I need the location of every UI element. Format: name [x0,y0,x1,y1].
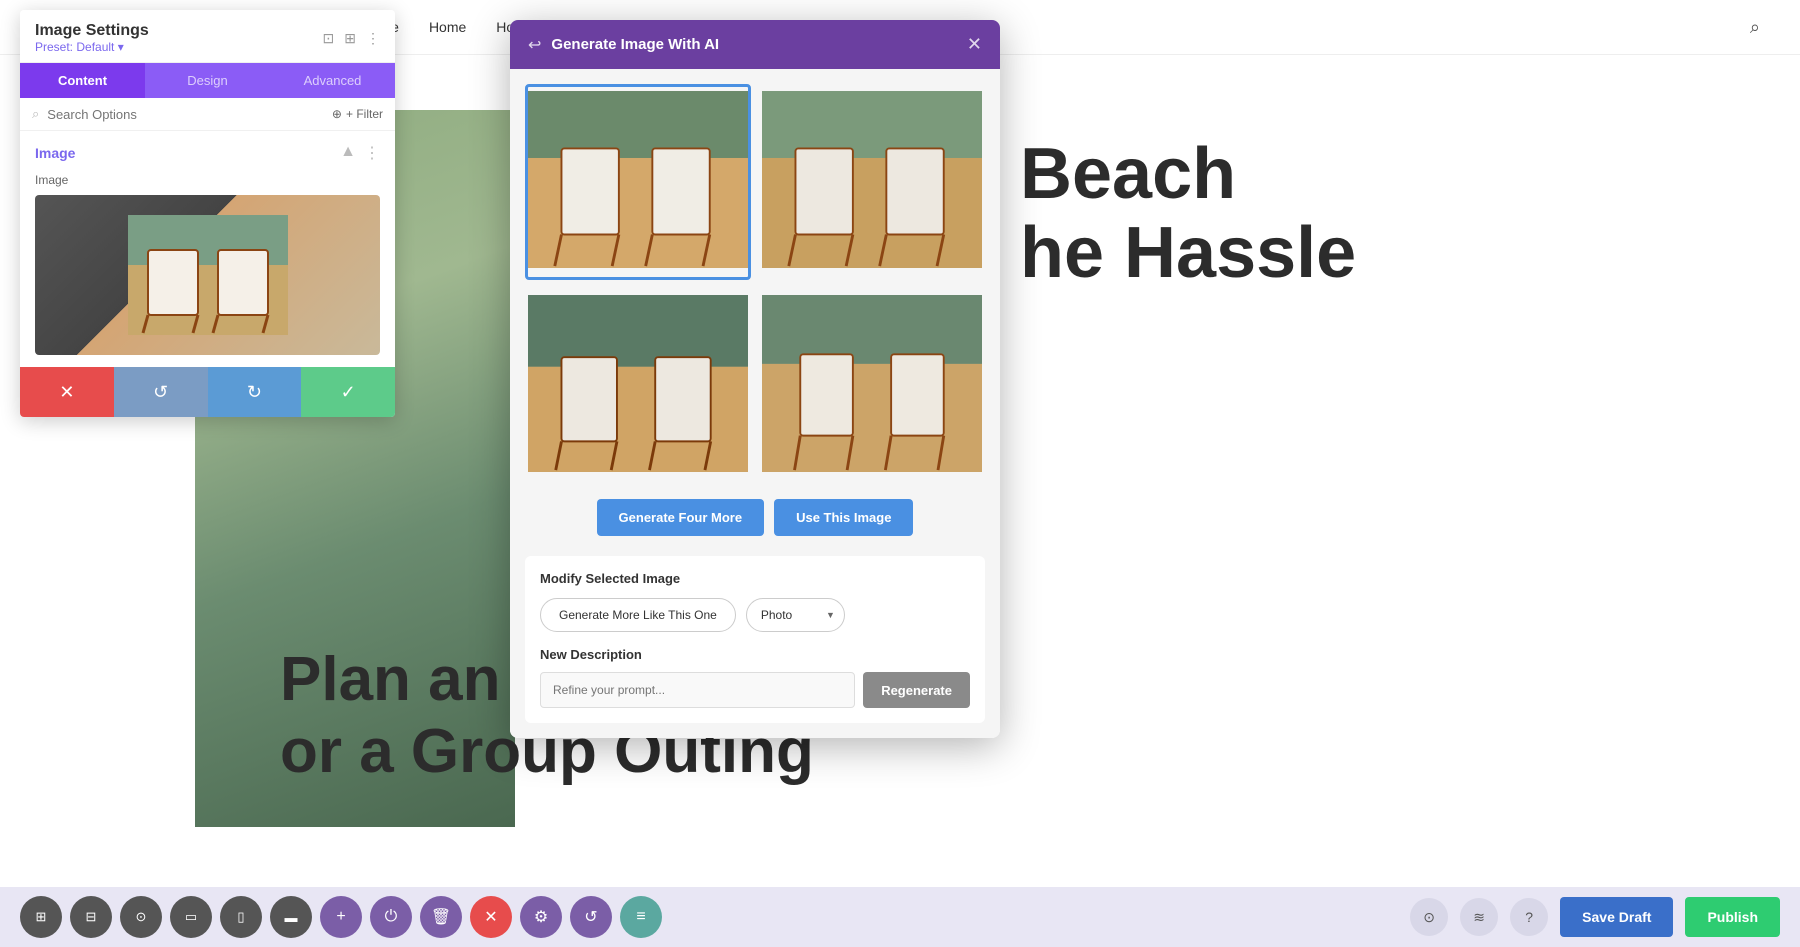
bottom-toolbar: ⊞ ⊟ ⊙ ▭ ▯ ▬ + ⏻ 🗑 ✕ ⚙ ↺ ≡ ⊙ ≋ ? Save Dra… [0,887,1800,947]
modal-close-button[interactable]: ✕ [967,34,982,55]
publish-button[interactable]: Publish [1685,897,1780,937]
grid-icon-button[interactable]: ⊟ [70,896,112,938]
grid-image-2-svg [762,87,982,272]
grid-image-3-svg [528,291,748,476]
modify-section: Modify Selected Image Generate More Like… [525,556,985,723]
desktop-view-button[interactable]: ▬ [270,896,312,938]
search-tool-button[interactable]: ⊙ [120,896,162,938]
settings-button[interactable]: ⚙ [520,896,562,938]
modal-body: Generate Four More Use This Image Modify… [510,69,1000,738]
filter-button[interactable]: ⊕ + Filter [332,107,383,121]
panel-tabs: Content Design Advanced [20,63,395,98]
ai-image-grid [525,84,985,484]
page-heading-area: Beach he Hassle sto aliquet, quis vehicu… [1020,135,1356,293]
confirm-button[interactable]: ✓ [301,367,395,417]
use-this-image-button[interactable]: Use This Image [774,499,913,536]
section-header: Image ▲ ⋮ [35,143,380,163]
section-more-icon[interactable]: ⋮ [364,143,380,163]
modal-header: ↩ Generate Image With AI ✕ [510,20,1000,69]
panel-menu-icon[interactable]: ⋮ [366,30,380,47]
mobile-view-button[interactable]: ▯ [220,896,262,938]
toolbar-left: ⊞ ⊟ ⊙ ▭ ▯ ▬ + ⏻ 🗑 ✕ ⚙ ↺ ≡ [20,896,662,938]
nav-item[interactable]: Home [429,19,466,35]
panel-resize-icon[interactable]: ⊡ [323,30,335,47]
add-element-button[interactable]: + [320,896,362,938]
heading-line2: he Hassle [1020,214,1356,293]
regenerate-button[interactable]: Regenerate [863,672,970,708]
image-label: Image [35,173,380,187]
panel-header-icons: ⊡ ⊞ ⋮ [323,30,380,47]
section-collapse-icon[interactable]: ▲ [340,143,356,163]
new-description-title: New Description [540,647,970,662]
modal-title-area: ↩ Generate Image With AI [528,35,719,55]
grid-image-1-svg [528,87,748,272]
history-button[interactable]: ↺ [570,896,612,938]
delete-button[interactable]: 🗑 [420,896,462,938]
ai-generate-modal: ↩ Generate Image With AI ✕ [510,20,1000,738]
cancel-button[interactable]: ✕ [20,367,114,417]
panel-action-buttons: ✕ ↺ ↻ ✓ [20,367,395,417]
image-settings-panel: Image Settings Preset: Default ▾ ⊡ ⊞ ⋮ C… [20,10,395,417]
tab-advanced[interactable]: Advanced [270,63,395,98]
panel-preset[interactable]: Preset: Default ▾ [35,40,149,54]
modify-controls-row: Generate More Like This One Photo Art Il… [540,598,970,632]
toolbar-right: ⊙ ≋ ? Save Draft Publish [1410,897,1780,937]
style-select[interactable]: Photo Art Illustration Painting [746,598,845,632]
ai-grid-item-4[interactable] [759,288,985,484]
ai-action-buttons: Generate Four More Use This Image [525,499,985,536]
modal-back-icon[interactable]: ↩ [528,35,541,55]
help-button[interactable]: ? [1510,898,1548,936]
close-element-button[interactable]: ✕ [470,896,512,938]
section-title: Image [35,145,75,161]
search-options-input[interactable] [47,107,324,122]
modal-title: Generate Image With AI [551,36,719,53]
generate-four-more-button[interactable]: Generate Four More [597,499,765,536]
panel-expand-icon[interactable]: ⊞ [344,30,356,47]
filter-icon: ⊕ [332,107,342,121]
power-button[interactable]: ⏻ [370,896,412,938]
image-preview-box[interactable] [35,195,380,355]
undo-button[interactable]: ↺ [114,367,208,417]
tab-content[interactable]: Content [20,63,145,98]
panel-search-bar: ⌕ ⊕ + Filter [20,98,395,131]
ai-grid-item-3[interactable] [525,288,751,484]
chair-preview-svg [128,215,288,335]
style-select-wrapper: Photo Art Illustration Painting [746,598,845,632]
panel-header-left: Image Settings Preset: Default ▾ [35,22,149,54]
panel-title: Image Settings [35,22,149,40]
redo-button[interactable]: ↻ [208,367,302,417]
prompt-row: Regenerate [540,672,970,708]
search-icon: ⌕ [32,106,39,122]
section-icons: ▲ ⋮ [340,143,380,163]
filter-right-button[interactable]: ≋ [1460,898,1498,936]
tablet-view-button[interactable]: ▭ [170,896,212,938]
nav-search-icon[interactable]: ⌕ [1750,17,1760,38]
layout-icon-button[interactable]: ⊞ [20,896,62,938]
ai-grid-item-2[interactable] [759,84,985,280]
menu-button[interactable]: ≡ [620,896,662,938]
panel-header: Image Settings Preset: Default ▾ ⊡ ⊞ ⋮ [20,10,395,63]
save-draft-button[interactable]: Save Draft [1560,897,1673,937]
tab-design[interactable]: Design [145,63,270,98]
ai-grid-item-1[interactable] [525,84,751,280]
grid-image-4-svg [762,291,982,476]
image-section: Image ▲ ⋮ Image [20,131,395,367]
search-right-button[interactable]: ⊙ [1410,898,1448,936]
generate-more-like-button[interactable]: Generate More Like This One [540,598,736,632]
heading-line1: Beach [1020,135,1356,214]
modify-section-title: Modify Selected Image [540,571,970,586]
prompt-input[interactable] [540,672,855,708]
